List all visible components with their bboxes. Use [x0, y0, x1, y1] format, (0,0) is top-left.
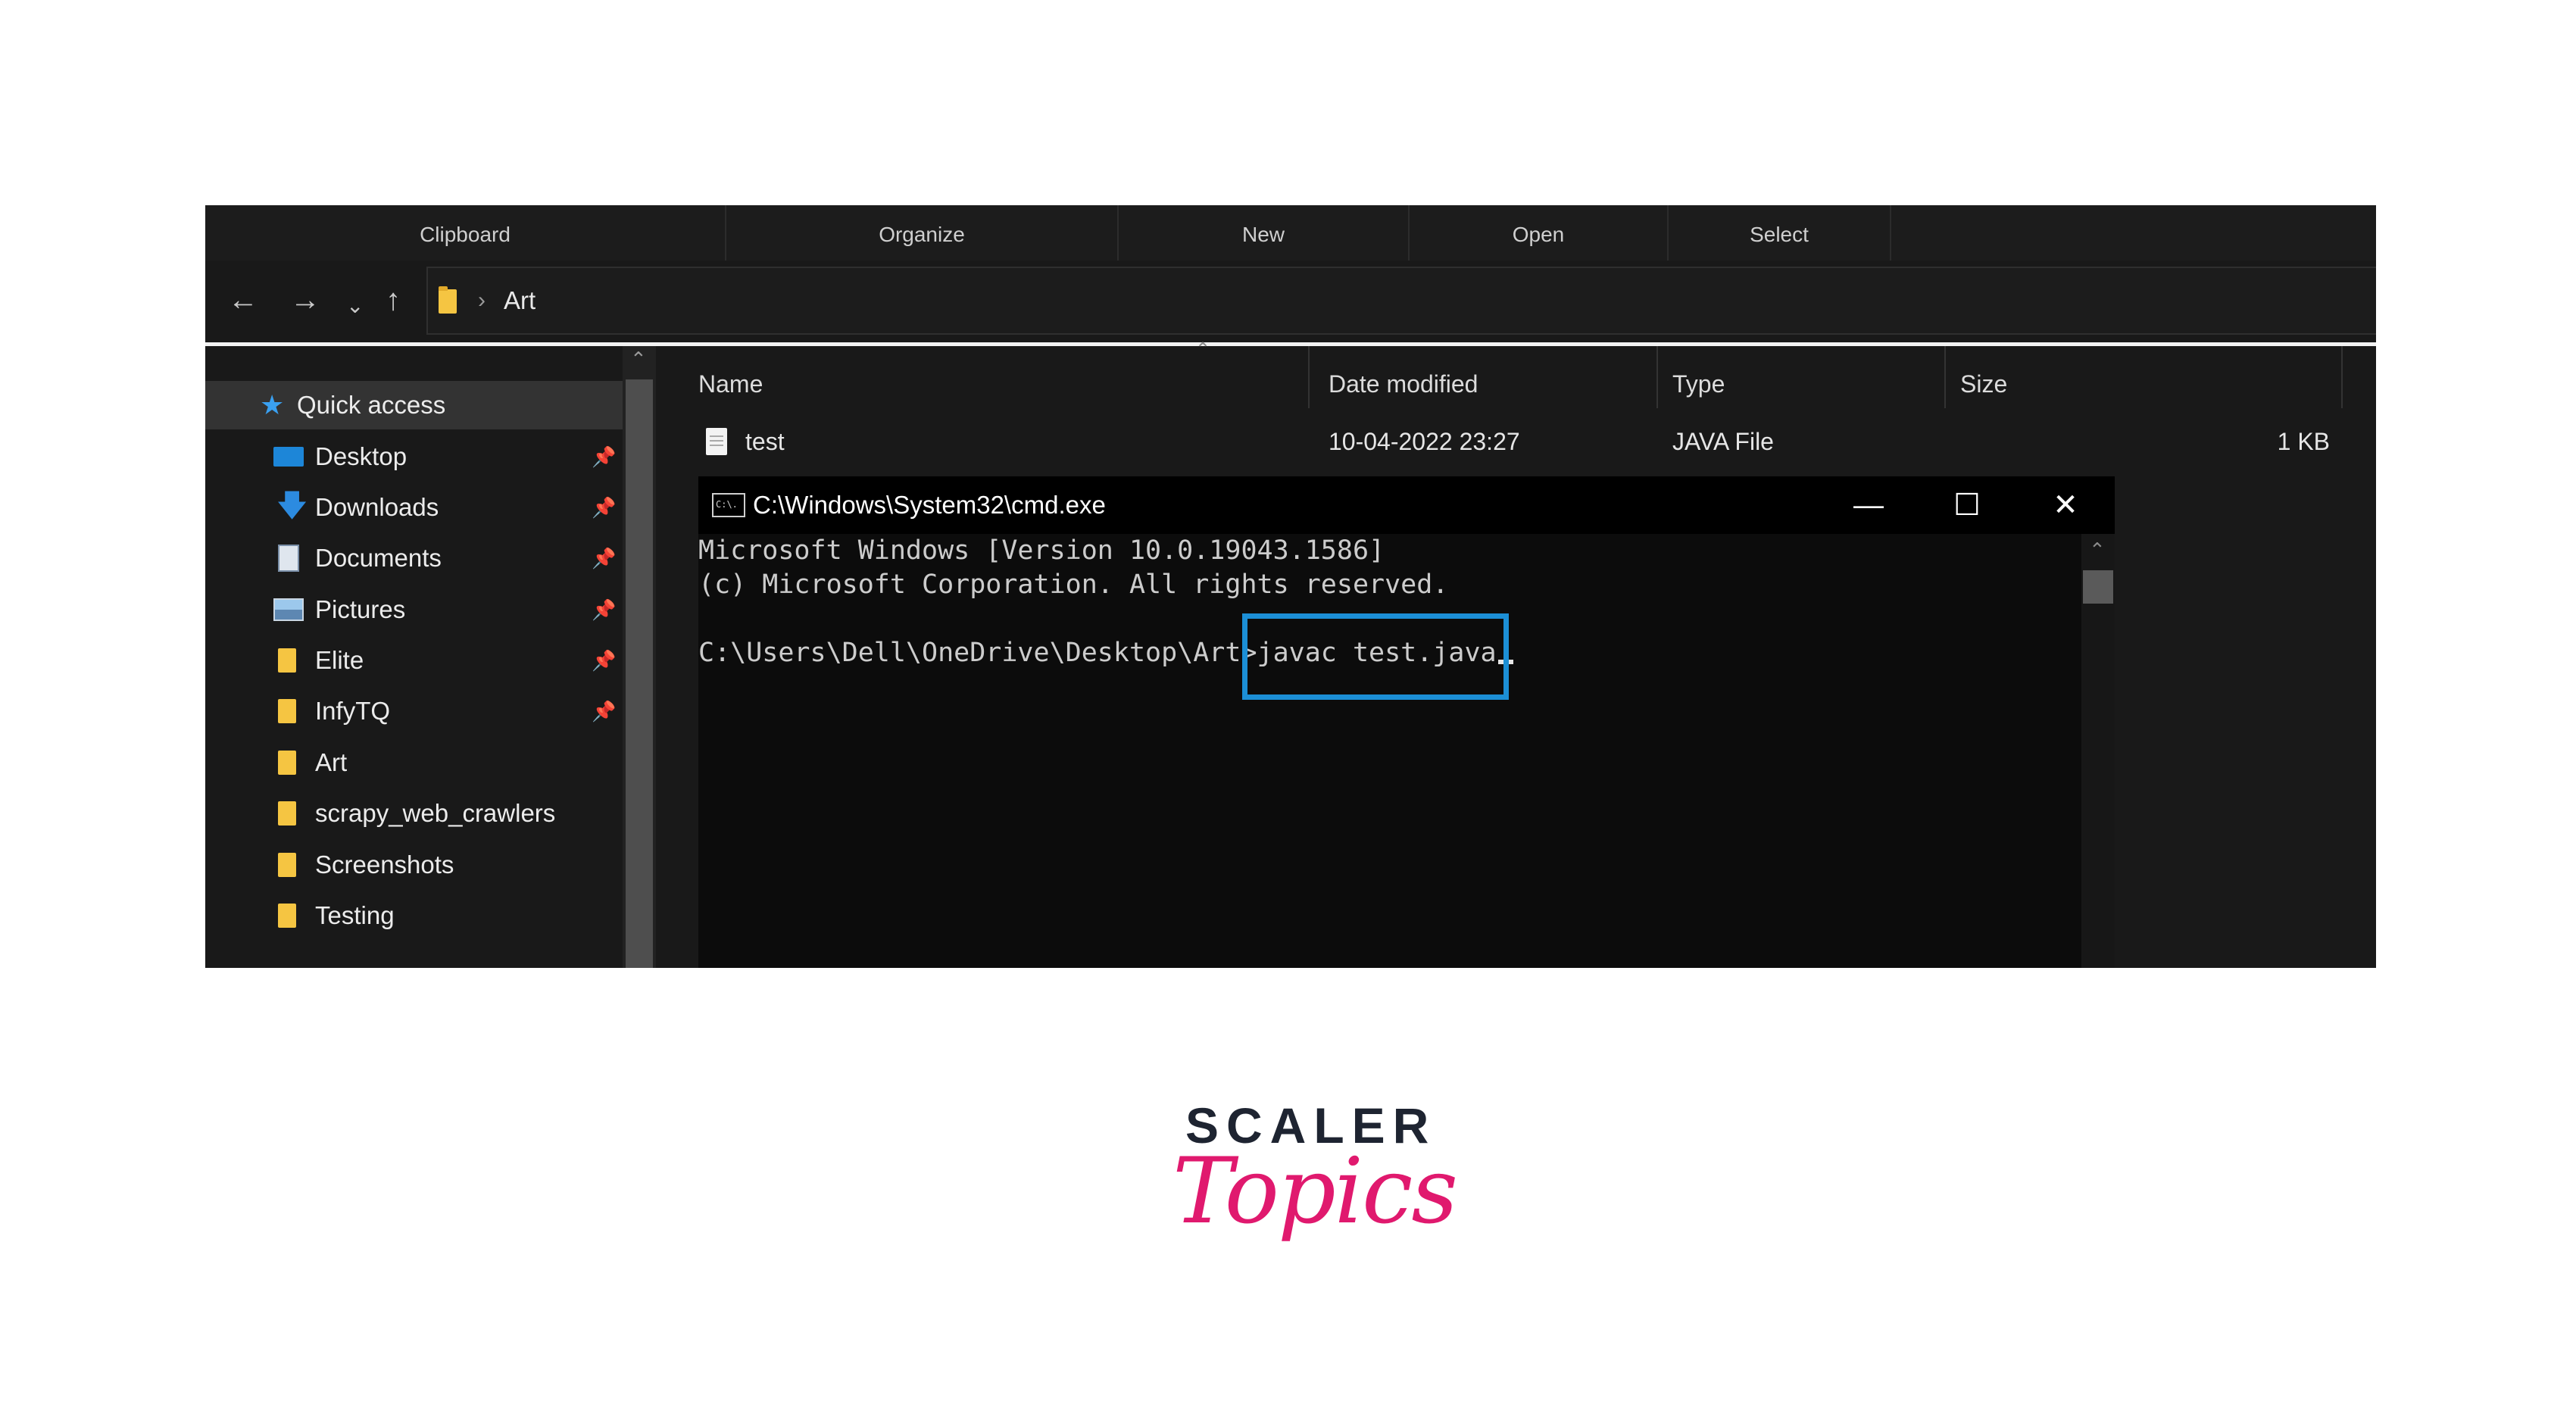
scrollbar-thumb[interactable] — [2083, 570, 2113, 604]
sidebar-item-art[interactable]: Art — [205, 738, 623, 787]
pictures-icon — [273, 598, 304, 621]
file-icon — [706, 428, 727, 455]
sidebar-item-label: Testing — [315, 901, 395, 929]
navigation-pane: ★ Quick access Desktop 📌 🡇 Downloads 📌 D… — [205, 346, 623, 968]
folder-icon — [278, 648, 296, 673]
sidebar-item-quick-access[interactable]: ★ Quick access — [205, 381, 623, 429]
sidebar-item-label: Art — [315, 748, 348, 776]
sort-caret-icon: ⌃ — [1195, 339, 1211, 360]
folder-icon — [278, 904, 296, 928]
file-name[interactable]: test — [745, 419, 785, 464]
command-highlight-box — [1242, 613, 1509, 700]
cmd-window[interactable]: C:\. C:\Windows\System32\cmd.exe — ☐ ✕ M… — [698, 476, 2115, 968]
sidebar-item-label: scrapy_web_crawlers — [315, 799, 556, 827]
pin-icon[interactable]: 📌 — [592, 432, 616, 481]
cmd-scrollbar[interactable]: ⌃ — [2081, 534, 2115, 968]
sidebar-item-documents[interactable]: Documents 📌 — [205, 534, 623, 582]
column-header-name[interactable]: Name — [698, 360, 763, 408]
sidebar-item-label: Screenshots — [315, 851, 454, 879]
folder-icon — [278, 699, 296, 723]
ribbon-group-label: Open — [1512, 223, 1565, 246]
minimize-icon[interactable]: — — [1819, 476, 1918, 534]
sidebar-item-elite[interactable]: Elite 📌 — [205, 636, 623, 685]
sidebar-item-label: Elite — [315, 646, 364, 674]
sidebar-item-screenshots[interactable]: Screenshots — [205, 841, 623, 889]
pin-icon[interactable]: 📌 — [592, 687, 616, 735]
sidebar-item-label: Documents — [315, 544, 442, 572]
sidebar-item-pictures[interactable]: Pictures 📌 — [205, 585, 623, 634]
sidebar-item-testing[interactable]: Testing — [205, 891, 623, 940]
navigation-bar: ← → ⌄ ↑ › Art ⌄ ↻ — [205, 261, 2376, 342]
column-divider[interactable] — [1656, 346, 1658, 408]
folder-icon — [278, 853, 296, 877]
pin-icon[interactable]: 📌 — [592, 585, 616, 634]
file-type: JAVA File — [1672, 428, 1774, 455]
ribbon-group-label: Clipboard — [420, 223, 511, 246]
ribbon-group-organize[interactable]: Organize — [726, 205, 1119, 261]
chevron-up-icon[interactable]: ⌃ — [630, 348, 647, 371]
sidebar-item-label: Desktop — [315, 442, 407, 470]
chevron-right-icon[interactable]: › — [478, 288, 486, 314]
file-date: 10-04-2022 23:27 — [1329, 428, 1520, 455]
sidebar-item-desktop[interactable]: Desktop 📌 — [205, 432, 623, 481]
column-header-type[interactable]: Type — [1672, 360, 1725, 408]
arrow-left-icon[interactable]: ← — [228, 285, 258, 315]
topics-logo-text: Topics — [1172, 1139, 1458, 1244]
folder-icon — [439, 286, 457, 314]
close-icon[interactable]: ✕ — [2016, 476, 2115, 534]
folder-icon — [278, 751, 296, 775]
column-divider[interactable] — [1944, 346, 1946, 408]
ribbon-group-label: Select — [1750, 223, 1809, 246]
ribbon-group-clipboard[interactable]: Clipboard — [205, 205, 726, 261]
cmd-title-bar[interactable]: C:\. C:\Windows\System32\cmd.exe — ☐ ✕ — [698, 476, 2115, 534]
sidebar-scrollbar[interactable]: ⌃ — [623, 346, 656, 968]
folder-icon — [278, 801, 296, 826]
ribbon-group-select[interactable]: Select — [1669, 205, 1891, 261]
chevron-up-icon[interactable]: ⌃ — [2089, 538, 2106, 562]
ribbon-group-open[interactable]: Open — [1410, 205, 1669, 261]
cmd-icon: C:\. — [712, 493, 745, 517]
column-header-date-modified[interactable]: Date modified — [1329, 360, 1478, 408]
ribbon-group-label: Organize — [879, 223, 965, 246]
sidebar-item-downloads[interactable]: 🡇 Downloads 📌 — [205, 483, 623, 532]
ribbon: Clipboard Organize New Open Select — [205, 205, 2376, 261]
documents-icon — [278, 545, 299, 572]
file-explorer-window: Clipboard Organize New Open Select ← → ⌄… — [205, 205, 2376, 968]
sidebar-item-infytq[interactable]: InfyTQ 📌 — [205, 687, 623, 735]
chevron-down-icon[interactable]: ⌄ — [346, 291, 364, 321]
maximize-icon[interactable]: ☐ — [1918, 476, 2016, 534]
scrollbar-thumb[interactable] — [626, 379, 653, 968]
column-divider[interactable] — [2341, 346, 2343, 408]
file-size: 1 KB — [2277, 428, 2330, 455]
desktop-icon — [273, 447, 304, 467]
ribbon-group-label: New — [1241, 223, 1285, 246]
sidebar-item-label: Downloads — [315, 493, 439, 521]
address-bar[interactable]: › Art ⌄ ↻ — [426, 267, 2376, 335]
pin-icon[interactable]: 📌 — [592, 636, 616, 685]
breadcrumb[interactable]: Art — [504, 286, 535, 315]
pin-icon[interactable]: 📌 — [592, 483, 616, 532]
cmd-console[interactable]: Microsoft Windows [Version 10.0.19043.15… — [698, 534, 2081, 968]
sidebar-item-label: InfyTQ — [315, 697, 391, 725]
sidebar-item-label: Pictures — [315, 595, 406, 623]
pin-icon[interactable]: 📌 — [592, 534, 616, 582]
arrow-right-icon[interactable]: → — [290, 285, 320, 315]
column-divider[interactable] — [1308, 346, 1310, 408]
column-header-size[interactable]: Size — [1960, 360, 2007, 408]
cmd-title: C:\Windows\System32\cmd.exe — [753, 491, 1106, 519]
download-icon: 🡇 — [276, 489, 308, 523]
file-row[interactable]: test 10-04-2022 23:27 JAVA File 1 KB — [656, 419, 2376, 464]
star-icon: ★ — [260, 389, 285, 420]
console-line: Microsoft Windows [Version 10.0.19043.15… — [698, 535, 1385, 566]
sidebar-item-scrapy-web-crawlers[interactable]: scrapy_web_crawlers — [205, 789, 623, 838]
sidebar-item-label: Quick access — [297, 391, 446, 419]
console-line: (c) Microsoft Corporation. All rights re… — [698, 570, 1449, 600]
arrow-up-icon[interactable]: ↑ — [386, 285, 401, 315]
ribbon-group-new[interactable]: New — [1119, 205, 1410, 261]
